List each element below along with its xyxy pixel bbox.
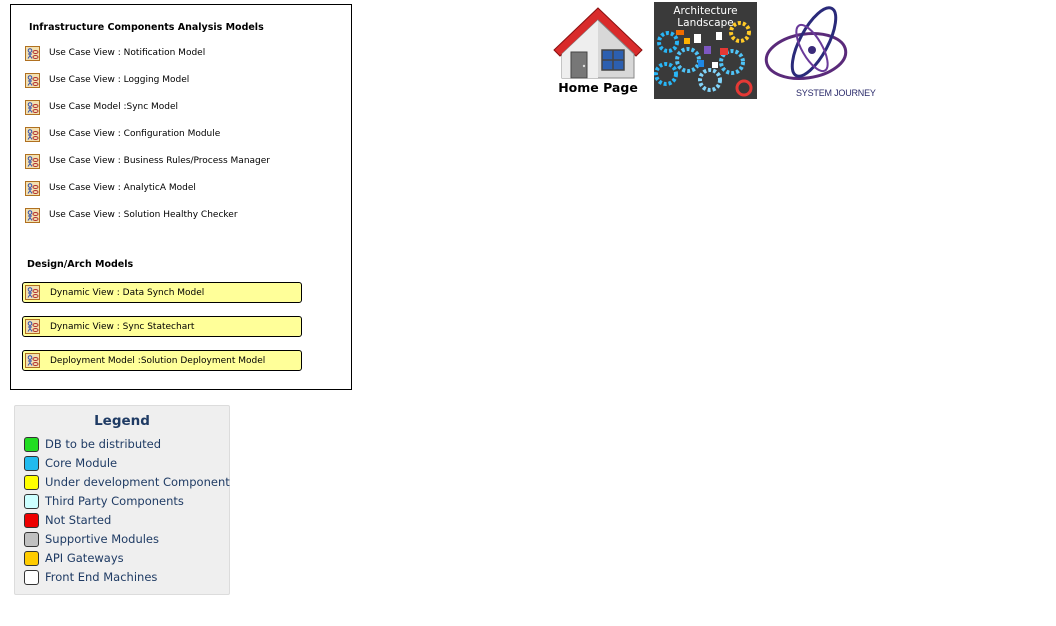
design-item-label: Dynamic View : Sync Statechart xyxy=(50,321,195,332)
infra-item-label: Use Case View : Logging Model xyxy=(49,75,190,85)
legend-label: Core Module xyxy=(45,456,118,470)
use-case-diagram-icon xyxy=(25,180,40,196)
legend-swatch xyxy=(24,455,39,471)
legend-label: Front End Machines xyxy=(45,570,158,584)
legend-swatch xyxy=(24,474,39,490)
legend-label: Not Started xyxy=(45,513,112,527)
legend-item: Core Module xyxy=(24,454,117,472)
legend-item: DB to be distributed xyxy=(24,435,161,453)
design-section-title: Design/Arch Models xyxy=(27,259,134,270)
design-item-label: Dynamic View : Data Synch Model xyxy=(50,287,205,298)
legend-swatch xyxy=(24,512,39,528)
use-case-diagram-icon xyxy=(25,353,40,368)
legend-swatch xyxy=(24,550,39,566)
use-case-diagram-icon xyxy=(25,319,40,334)
legend-label: API Gateways xyxy=(45,551,124,565)
infra-item-label: Use Case View : Solution Healthy Checker xyxy=(49,210,238,220)
infra-item-label: Use Case View : AnalyticA Model xyxy=(49,183,196,193)
use-case-diagram-icon xyxy=(25,72,40,88)
legend-label: DB to be distributed xyxy=(45,437,162,451)
legend-item: Not Started xyxy=(24,511,111,529)
legend-swatch xyxy=(24,531,39,547)
legend-title: Legend xyxy=(94,413,150,429)
infra-item-label: Use Case View : Notification Model xyxy=(49,48,206,58)
legend: Legend DB to be distributed Core Module … xyxy=(14,405,230,595)
architecture-landscape-label: Architecture Landscape xyxy=(673,5,738,29)
design-item-label: Deployment Model :Solution Deployment Mo… xyxy=(50,355,266,366)
use-case-diagram-icon xyxy=(25,285,40,300)
architecture-landscape-link[interactable]: Architecture Landscape xyxy=(654,2,757,99)
legend-swatch xyxy=(24,493,39,509)
legend-item: Front End Machines xyxy=(24,568,157,586)
infra-item-health-checker[interactable]: Use Case View : Solution Healthy Checker xyxy=(25,205,238,225)
house-icon xyxy=(553,7,643,79)
use-case-diagram-icon xyxy=(25,45,40,61)
use-case-diagram-icon xyxy=(25,126,40,142)
system-journey-link[interactable]: SYSTEM JOURNEY xyxy=(762,2,876,102)
infra-item-logging[interactable]: Use Case View : Logging Model xyxy=(25,70,189,90)
home-page-link[interactable]: Home Page xyxy=(552,6,644,98)
infra-item-notification[interactable]: Use Case View : Notification Model xyxy=(25,43,205,63)
infra-item-sync[interactable]: Use Case Model :Sync Model xyxy=(25,97,178,117)
design-item-data-synch[interactable]: Dynamic View : Data Synch Model xyxy=(22,282,302,303)
infra-item-label: Use Case View : Configuration Module xyxy=(49,129,221,139)
legend-swatch xyxy=(24,569,39,585)
legend-item: Under development Component xyxy=(24,473,230,491)
orbit-logo-icon xyxy=(764,6,848,80)
infra-item-label: Use Case View : Business Rules/Process M… xyxy=(49,156,270,166)
infra-item-analytica[interactable]: Use Case View : AnalyticA Model xyxy=(25,178,196,198)
use-case-diagram-icon xyxy=(25,153,40,169)
infra-section-title: Infrastructure Components Analysis Model… xyxy=(29,22,264,33)
use-case-diagram-icon xyxy=(25,207,40,223)
legend-item: API Gateways xyxy=(24,549,124,567)
use-case-diagram-icon xyxy=(25,99,40,115)
infra-item-label: Use Case Model :Sync Model xyxy=(49,102,179,112)
home-page-label: Home Page xyxy=(558,80,638,95)
infra-item-business-rules[interactable]: Use Case View : Business Rules/Process M… xyxy=(25,151,270,171)
design-item-sync-statechart[interactable]: Dynamic View : Sync Statechart xyxy=(22,316,302,337)
legend-label: Under development Component xyxy=(45,475,230,489)
models-panel: Infrastructure Components Analysis Model… xyxy=(10,4,352,390)
design-item-deployment[interactable]: Deployment Model :Solution Deployment Mo… xyxy=(22,350,302,371)
legend-item: Supportive Modules xyxy=(24,530,159,548)
legend-label: Supportive Modules xyxy=(45,532,160,546)
legend-swatch xyxy=(24,436,39,452)
infra-item-configuration[interactable]: Use Case View : Configuration Module xyxy=(25,124,220,144)
system-journey-label: SYSTEM JOURNEY xyxy=(796,88,876,98)
legend-label: Third Party Components xyxy=(45,494,184,508)
legend-item: Third Party Components xyxy=(24,492,184,510)
